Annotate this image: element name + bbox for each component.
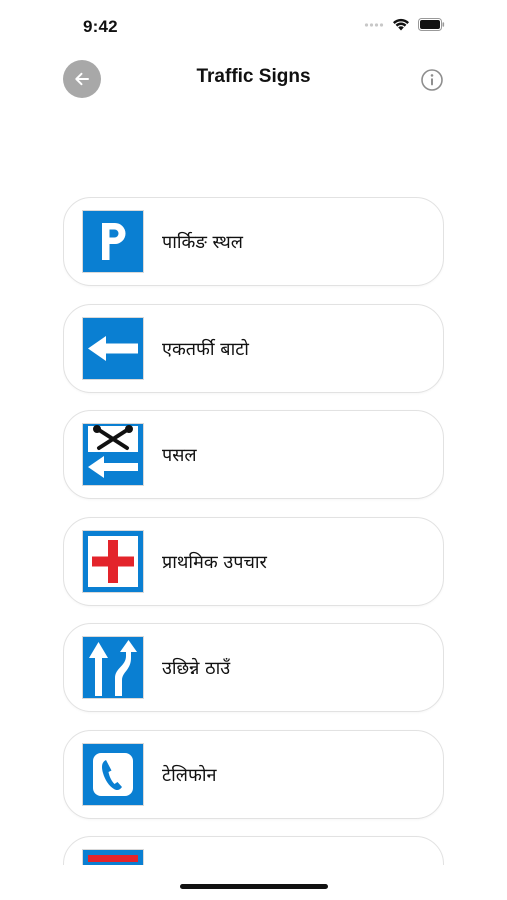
status-bar: 9:42 <box>0 0 507 54</box>
cellular-signal-icon <box>364 22 384 27</box>
sign-card-shop[interactable]: पसल <box>63 410 444 499</box>
first-aid-sign-icon <box>82 529 144 593</box>
status-icons <box>364 18 445 31</box>
sign-label: टेलिफोन <box>162 764 217 786</box>
sign-card-one-way[interactable]: एकतर्फी बाटो <box>63 303 444 393</box>
parking-sign-icon <box>82 210 144 273</box>
repair-shop-sign-icon <box>82 423 144 486</box>
sign-card-first-aid[interactable]: प्राथमिक उपचार <box>63 516 444 606</box>
navigation-bar: Traffic Signs <box>0 56 507 104</box>
sign-card-partial[interactable] <box>63 836 444 865</box>
sign-label: पसल <box>162 445 197 466</box>
status-time: 9:42 <box>83 17 118 36</box>
home-indicator <box>180 884 328 889</box>
sign-card-overtaking[interactable]: उछिन्ने ठाउँ <box>63 623 444 712</box>
overtaking-place-sign-icon <box>82 636 144 699</box>
one-way-sign-icon <box>82 316 144 380</box>
sign-card-parking[interactable]: पार्किङ स्थल <box>63 197 444 286</box>
telephone-sign-icon <box>82 742 144 806</box>
sign-label: उछिन्ने ठाउँ <box>162 658 231 679</box>
signs-list: पार्किङ स्थल एकतर्फी बाटो पसल प्राथमिक उ… <box>63 197 444 865</box>
sign-card-telephone[interactable]: टेलिफोन <box>63 729 444 819</box>
sign-label: प्राथमिक उपचार <box>162 551 267 573</box>
battery-icon <box>418 18 445 31</box>
wifi-icon <box>393 18 409 31</box>
sign-label: पार्किङ स्थल <box>162 232 243 253</box>
partial-sign-icon <box>82 849 144 865</box>
sign-label: एकतर्फी बाटो <box>162 338 249 360</box>
info-icon[interactable] <box>420 68 444 92</box>
